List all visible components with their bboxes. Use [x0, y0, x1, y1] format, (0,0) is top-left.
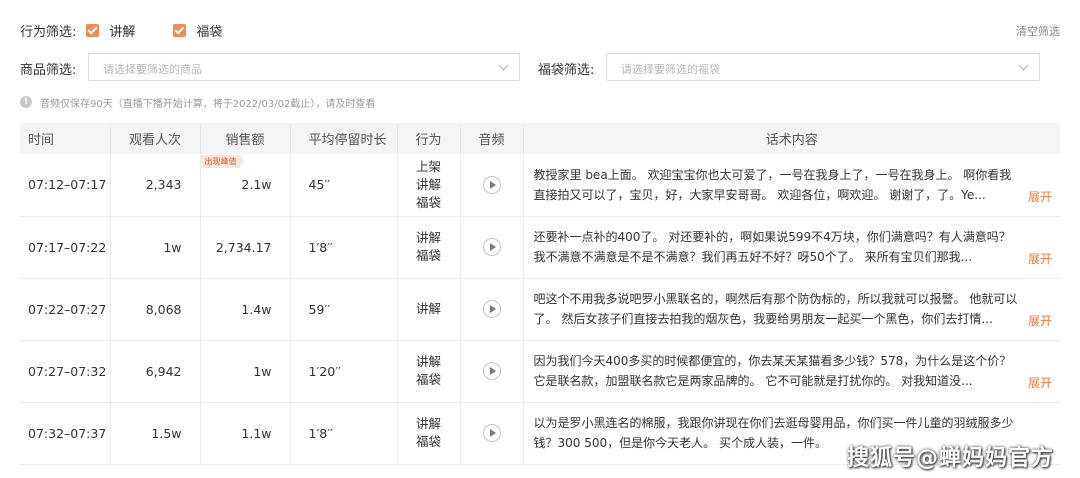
action-explain[interactable]: 讲解 [398, 415, 460, 433]
cell-views: 1.5w [110, 402, 201, 465]
cell-avg-dwell: 1′20′′ [290, 340, 398, 403]
table-row: 07:22–07:27 8,068 1.4w 59′′ 讲解 吧这个不用我多说吧… [20, 278, 1060, 341]
play-icon[interactable] [482, 424, 501, 442]
expand-link[interactable]: 展开 [1025, 249, 1052, 267]
clear-filters-button[interactable]: 清空筛选 [1016, 23, 1060, 39]
product-select[interactable]: 请选择要筛选的商品 [88, 53, 520, 81]
chevron-down-icon [498, 60, 509, 71]
table-row: 07:17–07:22 1w 2,734.17 1′8′′ 讲解 福袋 还要补一… [20, 216, 1060, 279]
header-action: 行为 [397, 123, 461, 154]
expand-link[interactable]: 展开 [1025, 373, 1052, 391]
product-filter-label: 商品筛选: [20, 63, 77, 78]
cell-actions: 讲解 福袋 [397, 402, 461, 465]
info-icon: ! [20, 96, 32, 108]
cell-avg-dwell: 45′′ [290, 154, 398, 217]
watermark: 搜狐号@蝉妈妈官方 [846, 446, 1054, 471]
play-icon[interactable] [482, 175, 501, 194]
cell-actions: 讲解 [397, 278, 461, 341]
checkbox-lucky-bag-label: 福袋 [196, 24, 223, 40]
cell-avg-dwell: 1′8′′ [290, 402, 398, 465]
retention-notice-text: 音频仅保存90天（直播下播开始计算，将于2022/03/02截止），请及时查看 [40, 98, 376, 110]
behavior-filter-label: 行为筛选: [20, 24, 77, 40]
retention-notice: ! 音频仅保存90天（直播下播开始计算，将于2022/03/02截止），请及时查… [20, 95, 376, 110]
cell-audio [460, 216, 524, 279]
action-explain[interactable]: 讲解 [398, 176, 460, 194]
checkbox-explain-label: 讲解 [109, 24, 136, 40]
product-select-placeholder: 请选择要筛选的商品 [103, 63, 202, 76]
cell-views: 8,068 [110, 278, 201, 341]
cell-time: 07:32–07:37 [20, 402, 111, 465]
cell-script: 教授家里 bea上面。 欢迎宝宝你也太可爱了，一号在我身上了，一号在我身上。 啊… [523, 154, 1060, 217]
cell-time: 07:27–07:32 [20, 340, 111, 403]
action-lucky-bag[interactable]: 福袋 [398, 247, 460, 265]
cell-actions: 讲解 福袋 [397, 340, 461, 403]
cell-sales: 1w [200, 340, 291, 403]
action-lucky-bag[interactable]: 福袋 [398, 433, 460, 451]
cell-sales-value: 2.1w [241, 177, 272, 193]
bag-select[interactable]: 请选择要筛选的福袋 [606, 53, 1040, 81]
cell-audio [460, 340, 524, 403]
script-text: 因为我们今天400多买的时候都便宜的，你去某天某猫看多少钱？578，为什么是这个… [533, 354, 1012, 388]
table-row: 07:27–07:32 6,942 1w 1′20′′ 讲解 福袋 因为我们今天… [20, 340, 1060, 403]
expand-link[interactable]: 展开 [1025, 311, 1052, 329]
script-text: 吧这个不用我多说吧罗小黑联名的，啊然后有那个防伪标的，所以我就可以报警。 他就可… [533, 292, 1018, 326]
cell-sales: 2,734.17 [200, 216, 291, 279]
cell-views: 2,343 [110, 154, 201, 217]
cell-sales: 出现峰值 2.1w [200, 154, 291, 217]
checkbox-checked-icon[interactable] [173, 23, 187, 37]
action-explain[interactable]: 讲解 [398, 229, 460, 247]
header-audio: 音频 [460, 123, 524, 154]
action-lucky-bag[interactable]: 福袋 [398, 194, 460, 212]
cell-audio [460, 402, 524, 465]
script-table: 时间 观看人次 销售额 平均停留时长 行为 音频 话术内容 07:12–07:1… [20, 123, 1060, 465]
checkbox-checked-icon[interactable] [86, 23, 100, 37]
header-script: 话术内容 [523, 123, 1060, 154]
checkbox-lucky-bag[interactable]: 福袋 [173, 21, 222, 40]
cell-actions: 讲解 福袋 [397, 216, 461, 279]
bag-select-placeholder: 请选择要筛选的福袋 [621, 63, 720, 76]
behavior-filter-row: 行为筛选: 讲解 福袋 清空筛选 [20, 20, 1060, 40]
table-header-row: 时间 观看人次 销售额 平均停留时长 行为 音频 话术内容 [20, 123, 1060, 154]
cell-audio [460, 278, 524, 341]
cell-audio [460, 154, 524, 217]
cell-sales: 1.1w [200, 402, 291, 465]
action-lucky-bag[interactable]: 福袋 [398, 371, 460, 389]
select-filter-row: 商品筛选: 请选择要筛选的商品 福袋筛选: 请选择要筛选的福袋 [20, 53, 1050, 81]
checkbox-explain[interactable]: 讲解 [86, 21, 135, 40]
cell-time: 07:22–07:27 [20, 278, 111, 341]
cell-views: 6,942 [110, 340, 201, 403]
cell-avg-dwell: 59′′ [290, 278, 398, 341]
cell-script: 吧这个不用我多说吧罗小黑联名的，啊然后有那个防伪标的，所以我就可以报警。 他就可… [523, 278, 1060, 341]
script-text: 教授家里 bea上面。 欢迎宝宝你也太可爱了，一号在我身上了，一号在我身上。 啊… [533, 167, 1012, 202]
cell-actions: 上架 讲解 福袋 [397, 154, 461, 217]
bag-filter-label: 福袋筛选: [538, 63, 595, 78]
header-avg-dwell[interactable]: 平均停留时长 [290, 123, 398, 154]
cell-script: 因为我们今天400多买的时候都便宜的，你去某天某猫看多少钱？578，为什么是这个… [523, 340, 1060, 403]
cell-sales: 1.4w [200, 278, 291, 341]
header-time[interactable]: 时间 [20, 123, 111, 154]
action-list-shelf[interactable]: 上架 [398, 158, 460, 176]
cell-time: 07:12–07:17 [20, 154, 111, 217]
header-views[interactable]: 观看人次 [110, 123, 201, 154]
play-icon[interactable] [482, 362, 501, 380]
peak-badge: 出现峰值 [200, 155, 245, 168]
play-icon[interactable] [482, 300, 501, 318]
cell-time: 07:17–07:22 [20, 216, 111, 279]
cell-views: 1w [110, 216, 201, 279]
table-row: 07:12–07:17 2,343 出现峰值 2.1w 45′′ 上架 讲解 福… [20, 154, 1060, 217]
play-icon[interactable] [482, 238, 501, 256]
expand-link[interactable]: 展开 [1025, 187, 1052, 205]
chevron-down-icon [1018, 60, 1029, 71]
header-sales[interactable]: 销售额 [200, 123, 291, 154]
script-text: 还要补一点补的400了。 对还要补的，啊如果说599不4万块，你们满意吗？有人满… [533, 230, 1011, 264]
cell-avg-dwell: 1′8′′ [290, 216, 398, 279]
action-explain[interactable]: 讲解 [398, 353, 460, 371]
action-explain[interactable]: 讲解 [398, 300, 460, 318]
cell-script: 还要补一点补的400了。 对还要补的，啊如果说599不4万块，你们满意吗？有人满… [523, 216, 1060, 279]
